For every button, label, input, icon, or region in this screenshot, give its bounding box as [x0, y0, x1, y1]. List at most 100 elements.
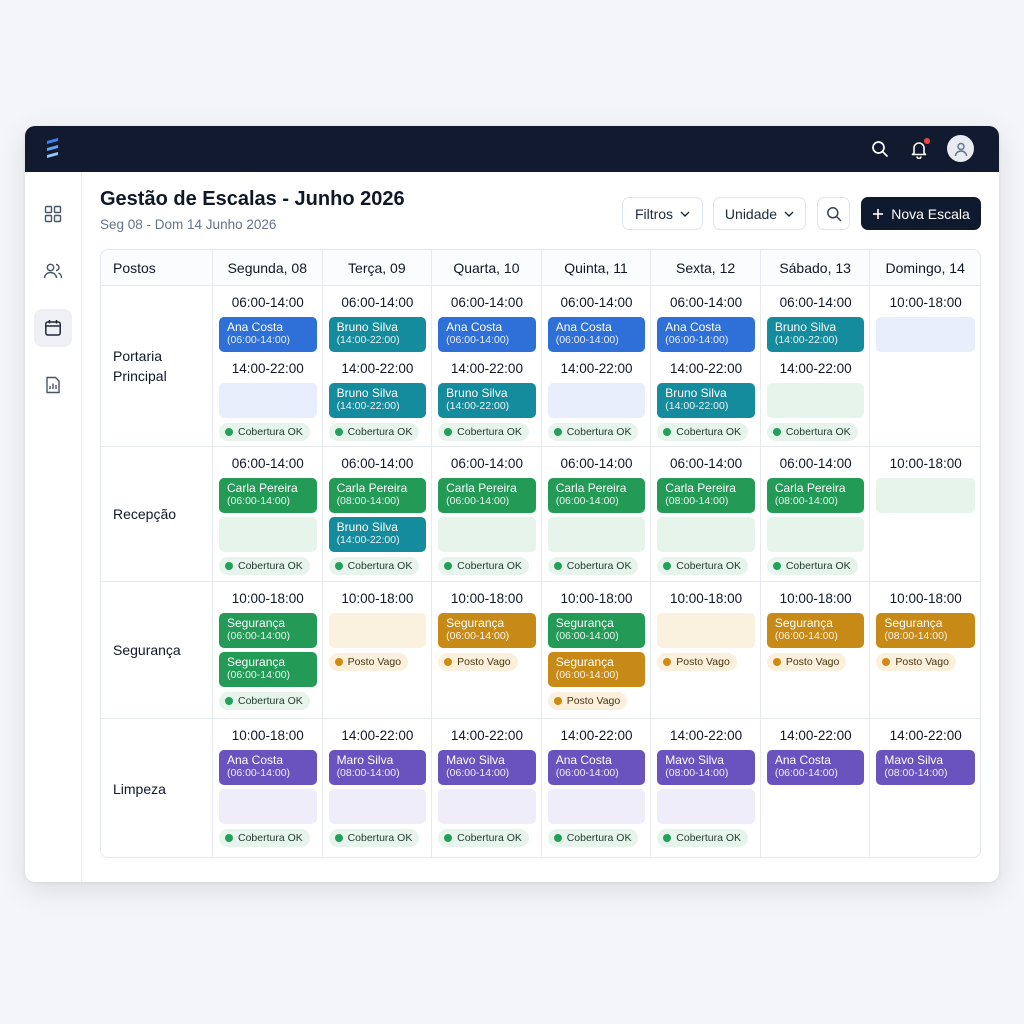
schedule-grid: Postos Segunda, 08 Terça, 09 Quarta, 10 Quin…: [100, 249, 981, 858]
shift-card[interactable]: Bruno Silva (14:00-22:00): [328, 383, 427, 418]
empty-slot[interactable]: [438, 517, 536, 552]
empty-slot[interactable]: [766, 517, 865, 552]
schedule-cell[interactable]: 10:00-18:00: [870, 286, 980, 447]
status-dot: [444, 658, 453, 666]
schedule-cell[interactable]: 10:00-18:00 Posto Vago: [651, 582, 761, 719]
schedule-cell[interactable]: 06:00-14:00 Carla Pereira (06:00-14:00) Cob…: [541, 447, 652, 582]
unit-dropdown[interactable]: Unidade: [713, 197, 806, 230]
empty-slot[interactable]: [328, 789, 427, 824]
shift-card[interactable]: Ana Costa (06:00-14:00): [766, 750, 865, 785]
stack-logo-icon[interactable]: [43, 137, 63, 161]
shift-card[interactable]: Carla Pereira (06:00-14:00): [438, 478, 536, 513]
schedule-cell[interactable]: 14:00-22:00 Ana Costa (06:00-14:00) Cobertu…: [542, 719, 652, 857]
shift-card[interactable]: Bruno Silva (14:00-22:00): [766, 317, 865, 352]
status-dot: [882, 658, 891, 666]
search-button[interactable]: [817, 197, 850, 230]
empty-slot[interactable]: [657, 789, 755, 824]
empty-slot[interactable]: [547, 789, 646, 824]
shift-card[interactable]: Carla Pereira (06:00-14:00): [547, 478, 646, 513]
empty-slot[interactable]: [876, 478, 975, 513]
shift-card[interactable]: Carla Pereira (08:00-14:00): [766, 478, 865, 513]
empty-slot[interactable]: [657, 613, 755, 648]
schedule-cell[interactable]: 14:00-22:00 Maro Silva (08:00-14:00) Cobert…: [323, 719, 433, 857]
new-schedule-button[interactable]: Nova Escala: [861, 197, 981, 230]
shift-time: 14:00-22:00: [779, 728, 852, 743]
shift-card[interactable]: Carla Pereira (08:00-14:00): [328, 478, 427, 513]
shift-card[interactable]: Segurança (06:00-14:00): [219, 613, 317, 648]
plus-icon: [873, 208, 884, 219]
shift-card[interactable]: Bruno Silva (14:00-22:00): [328, 517, 427, 552]
report-icon[interactable]: [34, 366, 72, 404]
shift-time: 14:00-22:00: [670, 728, 743, 743]
shift-card[interactable]: Segurança (06:00-14:00): [547, 613, 646, 648]
schedule-cell[interactable]: 06:00-14:00 Ana Costa (06:00-14:00) 14:00-2…: [213, 286, 323, 447]
schedule-cell[interactable]: 10:00-18:00 Segurança (06:00-14:00) Seguran…: [213, 582, 323, 719]
users-icon[interactable]: [34, 252, 72, 290]
schedule-cell[interactable]: 10:00-18:00 Segurança (06:00-14:00) Posto V…: [432, 582, 542, 719]
shift-card[interactable]: Maro Silva (08:00-14:00): [328, 750, 427, 785]
schedule-cell[interactable]: 14:00-22:00 Mavo Silva (08:00-14:00) Cobert…: [651, 719, 761, 857]
schedule-cell[interactable]: 14:00-22:00 Mavo Silva (08:00-14:00): [870, 719, 980, 857]
shift-card[interactable]: Segurança (06:00-14:00): [219, 652, 317, 687]
empty-slot[interactable]: [657, 517, 755, 552]
schedule-cell[interactable]: 06:00-14:00 Carla Pereira (06:00-14:00) Cob…: [432, 447, 542, 582]
schedule-cell[interactable]: 10:00-18:00 Posto Vago: [322, 582, 433, 719]
shift-card[interactable]: Mavo Silva (08:00-14:00): [657, 750, 755, 785]
shift-card[interactable]: Ana Costa (06:00-14:00): [438, 317, 536, 352]
schedule-cell[interactable]: 06:00-14:00 Ana Costa (06:00-14:00) 14:00-2…: [541, 286, 652, 447]
dashboard-icon[interactable]: [34, 195, 72, 233]
shift-card[interactable]: Ana Costa (06:00-14:00): [219, 750, 317, 785]
schedule-cell[interactable]: 10:00-18:00 Segurança (08:00-14:00) Posto V…: [870, 582, 980, 719]
schedule-cell[interactable]: 10:00-18:00 Ana Costa (06:00-14:00) Cobertu…: [213, 719, 323, 857]
user-avatar[interactable]: [947, 135, 974, 162]
schedule-cell[interactable]: 10:00-18:00 Segurança (06:00-14:00) Seguran…: [541, 582, 652, 719]
schedule-cell[interactable]: 06:00-14:00 Ana Costa (06:00-14:00) 14:00-2…: [651, 286, 761, 447]
status-text: Posto Vago: [457, 656, 511, 668]
shift-card[interactable]: Segurança (06:00-14:00): [547, 652, 646, 687]
shift-card[interactable]: Bruno Silva (14:00-22:00): [328, 317, 427, 352]
shift-time: 14:00-22:00: [560, 361, 633, 376]
shift-card[interactable]: Ana Costa (06:00-14:00): [547, 750, 646, 785]
shift-card[interactable]: Mavo Silva (08:00-14:00): [876, 750, 975, 785]
search-icon[interactable]: [868, 137, 892, 161]
schedule-cell[interactable]: 06:00-14:00 Carla Pereira (08:00-14:00) Cob…: [760, 447, 871, 582]
schedule-cell[interactable]: 06:00-14:00 Carla Pereira (06:00-14:00) Cob…: [213, 447, 323, 582]
empty-slot[interactable]: [876, 317, 975, 352]
shift-card[interactable]: Carla Pereira (06:00-14:00): [219, 478, 317, 513]
schedule-cell[interactable]: 10:00-18:00: [870, 447, 980, 582]
shift-time: 14:00-22:00: [779, 361, 852, 376]
empty-slot[interactable]: [438, 789, 536, 824]
shift-card[interactable]: Ana Costa (06:00-14:00): [547, 317, 646, 352]
shift-card[interactable]: Segurança (06:00-14:00): [766, 613, 865, 648]
schedule-cell[interactable]: 06:00-14:00 Bruno Silva (14:00-22:00) 14:00…: [322, 286, 433, 447]
empty-slot[interactable]: [219, 383, 317, 418]
empty-slot[interactable]: [219, 517, 317, 552]
status-badge: Cobertura OK: [328, 423, 420, 441]
shift-card[interactable]: Segurança (08:00-14:00): [876, 613, 975, 648]
status-text: Cobertura OK: [347, 426, 413, 438]
bell-icon[interactable]: [907, 137, 931, 161]
schedule-cell[interactable]: 06:00-14:00 Carla Pereira (08:00-14:00) Cob…: [651, 447, 761, 582]
empty-slot[interactable]: [219, 789, 317, 824]
shift-card[interactable]: Segurança (06:00-14:00): [438, 613, 536, 648]
shift-card[interactable]: Carla Pereira (08:00-14:00): [657, 478, 755, 513]
status-text: Cobertura OK: [566, 426, 632, 438]
filters-dropdown[interactable]: Filtros: [622, 197, 703, 230]
shift-card[interactable]: Mavo Silva (06:00-14:00): [438, 750, 536, 785]
calendar-icon[interactable]: [34, 309, 72, 347]
shift-card[interactable]: Ana Costa (06:00-14:00): [657, 317, 755, 352]
shift-card[interactable]: Bruno Silva (14:00-22:00): [657, 383, 755, 418]
empty-slot[interactable]: [328, 613, 427, 648]
schedule-cell[interactable]: 14:00-22:00 Ana Costa (06:00-14:00): [761, 719, 871, 857]
schedule-cell[interactable]: 06:00-14:00 Ana Costa (06:00-14:00) 14:00-2…: [432, 286, 542, 447]
empty-slot[interactable]: [547, 383, 646, 418]
empty-slot[interactable]: [766, 383, 865, 418]
empty-slot[interactable]: [547, 517, 646, 552]
schedule-cell[interactable]: 10:00-18:00 Segurança (06:00-14:00) Posto V…: [760, 582, 871, 719]
schedule-cell[interactable]: 14:00-22:00 Mavo Silva (06:00-14:00) Cobert…: [432, 719, 542, 857]
schedule-cell[interactable]: 06:00-14:00 Carla Pereira (08:00-14:00) Bru…: [322, 447, 433, 582]
shift-hours: (08:00-14:00): [884, 767, 948, 779]
schedule-cell[interactable]: 06:00-14:00 Bruno Silva (14:00-22:00) 14:00…: [760, 286, 871, 447]
shift-card[interactable]: Ana Costa (06:00-14:00): [219, 317, 317, 352]
shift-card[interactable]: Bruno Silva (14:00-22:00): [438, 383, 536, 418]
